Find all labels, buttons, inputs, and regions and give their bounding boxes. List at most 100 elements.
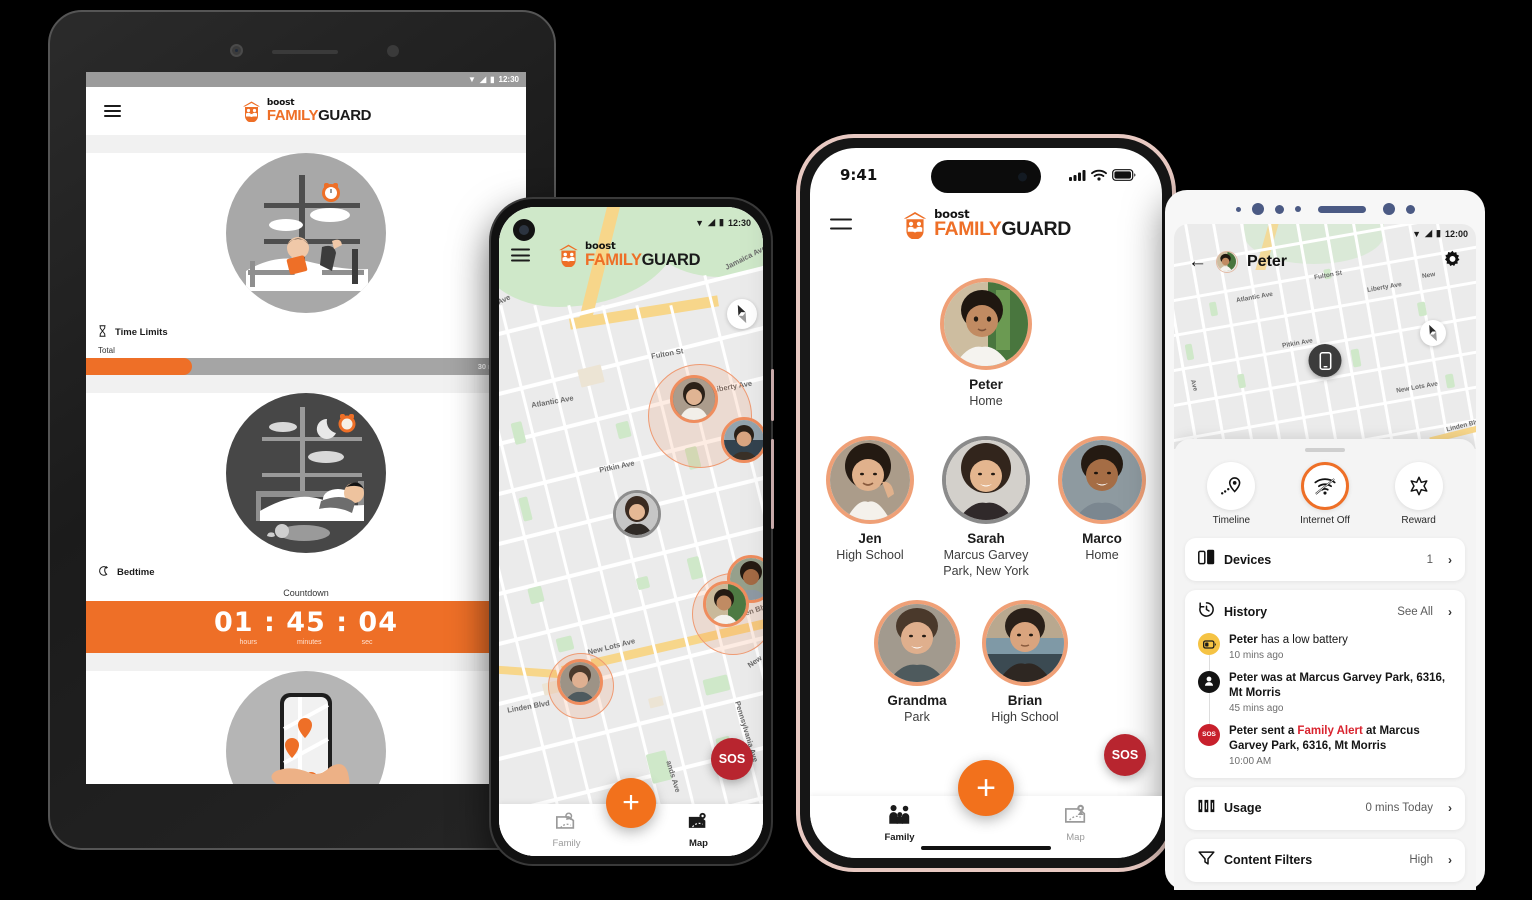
- map-compass-icon[interactable]: [1420, 320, 1446, 346]
- content-filters-title: Content Filters: [1224, 853, 1313, 868]
- history-list: Peter has a low battery 10 mins ago Pete…: [1198, 633, 1452, 767]
- history-header[interactable]: History See All ›: [1198, 601, 1452, 623]
- device-tablet-left: ▼ ◢ ▮ 12:30 boost FAMILYGUARD Time Limit…: [48, 10, 556, 850]
- history-item[interactable]: Peter was at Marcus Garvey Park, 6316, M…: [1198, 670, 1452, 726]
- phone-power-button[interactable]: [771, 439, 774, 529]
- sos-button[interactable]: SOS: [711, 738, 753, 780]
- sos-icon: SOS: [1198, 723, 1220, 746]
- map-avatar-brian[interactable]: [721, 417, 763, 463]
- countdown-minutes: 45: [286, 607, 326, 638]
- tablet-right-bezel-dots: [1165, 200, 1485, 218]
- wifi-icon: ▼: [468, 74, 476, 84]
- illustration-night-sleeping: [226, 393, 386, 553]
- menu-icon[interactable]: [511, 248, 530, 262]
- menu-icon[interactable]: [830, 218, 852, 230]
- action-timeline-label: Timeline: [1212, 515, 1251, 526]
- brand-family: FAMILY: [934, 218, 1002, 240]
- family-icon: [555, 812, 577, 836]
- progress-fill: [86, 358, 192, 375]
- map-avatar-jen[interactable]: [670, 375, 718, 423]
- countdown-hours: 01: [214, 607, 254, 638]
- time-limits-title: Time Limits: [115, 327, 168, 338]
- member-card-sarah[interactable]: Sarah Marcus Garvey Park, New York: [931, 436, 1041, 579]
- wifi-icon: ▼: [695, 217, 705, 228]
- add-member-fab[interactable]: +: [606, 778, 656, 828]
- member-location-brian: High School: [991, 710, 1059, 724]
- battery-icon: ▮: [1436, 228, 1441, 238]
- countdown-unit-hours: hours: [239, 639, 258, 646]
- tablet-left-screen: ▼ ◢ ▮ 12:30 boost FAMILYGUARD Time Limit…: [86, 72, 526, 784]
- history-item[interactable]: SOS Peter sent a Family Alert at Marcus …: [1198, 723, 1452, 767]
- sheet-grabber[interactable]: [1305, 448, 1345, 452]
- tablet-right-screen: Fulton St Liberty Ave Atlantic Ave Pitki…: [1174, 224, 1476, 890]
- avatar-grandma: [874, 600, 960, 686]
- member-name-brian: Brian: [1007, 693, 1043, 708]
- tab-map[interactable]: Map: [1064, 804, 1088, 843]
- history-time: 45 mins ago: [1229, 702, 1284, 714]
- app-header: boost FAMILYGUARD: [86, 87, 526, 135]
- map-icon: [687, 812, 709, 836]
- history-title: History: [1224, 605, 1268, 619]
- avatar-brian: [982, 600, 1068, 686]
- app-header: boost FAMILYGUARD: [499, 241, 763, 269]
- moon-icon: [98, 565, 109, 580]
- illustration-phone-in-hand: [226, 671, 386, 784]
- member-card-brian[interactable]: Brian High School: [982, 600, 1068, 726]
- member-card-marco[interactable]: Marco Home: [1058, 436, 1146, 564]
- status-clock: 9:41: [840, 166, 878, 184]
- timeline-pin-icon: [1207, 462, 1256, 510]
- history-see-all[interactable]: See All: [1397, 606, 1433, 618]
- card-bedtime[interactable]: Bedtime Countdown 01 : 45 : 04 hours min…: [86, 393, 526, 653]
- action-timeline[interactable]: Timeline: [1207, 462, 1256, 526]
- home-indicator[interactable]: [921, 846, 1051, 850]
- action-reward[interactable]: Reward: [1394, 462, 1443, 526]
- android-tablet-status-bar: ▼ ◢ ▮ 12:00: [1412, 228, 1468, 239]
- map-avatar-peter[interactable]: [703, 581, 749, 627]
- history-item[interactable]: Peter has a low battery 10 mins ago: [1198, 633, 1452, 673]
- device-iphone: 9:41 boost FAMILYGUARD Peter Home Jen Hi…: [800, 138, 1172, 868]
- panel-devices[interactable]: Devices 1 ›: [1185, 538, 1465, 581]
- phone-volume-button[interactable]: [771, 369, 774, 421]
- sos-button[interactable]: SOS: [1104, 734, 1146, 776]
- map-avatar-sarah[interactable]: [613, 490, 661, 538]
- status-clock: 12:30: [727, 217, 751, 228]
- devices-row[interactable]: Devices 1 ›: [1198, 549, 1452, 570]
- history-time: 10 mins ago: [1229, 649, 1284, 661]
- menu-icon[interactable]: [104, 105, 121, 117]
- battery-icon: ▮: [719, 217, 724, 227]
- tab-family[interactable]: Family: [884, 804, 915, 843]
- member-card-jen[interactable]: Jen High School: [826, 436, 914, 564]
- add-member-fab[interactable]: +: [958, 760, 1014, 816]
- bedtime-title-row: Bedtime: [86, 559, 526, 582]
- back-arrow-icon[interactable]: ←: [1188, 251, 1207, 273]
- devices-icon: [1198, 549, 1215, 570]
- member-card-primary[interactable]: Peter Home: [940, 278, 1032, 410]
- tab-family[interactable]: Family: [552, 812, 581, 849]
- panel-content-filters[interactable]: Content Filters High ›: [1185, 838, 1465, 882]
- member-name-grandma: Grandma: [887, 693, 947, 708]
- location-pin-icon: [1198, 670, 1220, 693]
- wifi-icon: ▼: [1412, 228, 1422, 239]
- map-avatar-grandma[interactable]: [557, 659, 603, 705]
- member-name-primary: Peter: [969, 377, 1003, 392]
- tab-map[interactable]: Map: [687, 812, 709, 849]
- detail-header: ← Peter: [1174, 246, 1476, 278]
- member-name-sarah: Sarah: [967, 531, 1005, 546]
- map-compass-icon[interactable]: [727, 299, 757, 329]
- action-internet-off[interactable]: Internet Off: [1300, 462, 1350, 526]
- devices-count: 1: [1426, 553, 1433, 566]
- content-filters-row[interactable]: Content Filters High ›: [1198, 850, 1452, 871]
- avatar-sarah: [942, 436, 1030, 524]
- tab-family-label: Family: [884, 831, 915, 843]
- star-burst-icon: [1394, 462, 1443, 510]
- tab-family-label: Family: [552, 837, 581, 849]
- member-card-grandma[interactable]: Grandma Park: [874, 600, 960, 726]
- usage-row[interactable]: Usage 0 mins Today ›: [1198, 798, 1452, 819]
- timeline-connector: [1208, 692, 1210, 726]
- gear-icon[interactable]: [1443, 250, 1462, 274]
- card-location[interactable]: [86, 671, 526, 784]
- device-location-marker[interactable]: [1308, 344, 1342, 377]
- card-time-limits[interactable]: Time Limits Total 2 hrs 30 mins left: [86, 153, 526, 375]
- dynamic-island: [931, 160, 1041, 193]
- panel-usage[interactable]: Usage 0 mins Today ›: [1185, 786, 1465, 830]
